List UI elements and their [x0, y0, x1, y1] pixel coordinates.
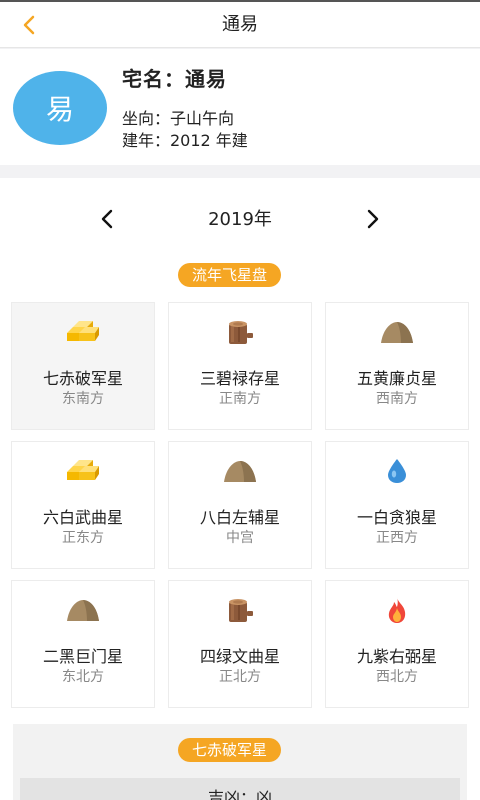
- gold-icon: [61, 456, 105, 486]
- house-info-card: 易 宅名：通易 坐向：子山午向 建年：2012 年建: [0, 49, 480, 165]
- house-facing: 坐向：子山午向: [122, 109, 235, 128]
- star-detail-card: 七赤破军星 吉凶：凶: [13, 724, 467, 800]
- page-title: 通易: [222, 14, 258, 35]
- flying-star-panel: 2019年 流年飞星盘 七赤破军星 东南方 三碧禄存星 正南方 五黄廉贞星 西南…: [0, 178, 480, 800]
- next-year-button[interactable]: [358, 204, 388, 234]
- star-name: 九紫右弼星: [356, 647, 437, 666]
- earth-icon: [218, 456, 262, 486]
- star-cell-southwest[interactable]: 五黄廉贞星 西南方: [325, 302, 469, 430]
- star-direction: 中宫: [226, 530, 254, 546]
- detail-row: 吉凶：凶: [20, 778, 460, 800]
- star-name: 二黑巨门星: [42, 647, 123, 666]
- star-direction: 西北方: [376, 669, 418, 685]
- house-year-built: 建年：2012 年建: [122, 131, 248, 150]
- fire-icon: [375, 595, 419, 625]
- star-name: 七赤破军星: [42, 369, 123, 388]
- star-direction: 东北方: [62, 669, 104, 685]
- star-direction: 东南方: [62, 391, 104, 407]
- house-name: 宅名：通易: [122, 67, 227, 91]
- star-name: 五黄廉贞星: [356, 369, 437, 388]
- star-name: 八白左辅星: [199, 508, 280, 527]
- star-cell-north[interactable]: 四绿文曲星 正北方: [168, 580, 312, 708]
- section-badge: 流年飞星盘: [178, 263, 282, 287]
- detail-text: 吉凶：凶: [207, 788, 272, 800]
- star-cell-center[interactable]: 八白左辅星 中宫: [168, 441, 312, 569]
- wood-icon: [218, 595, 262, 625]
- star-cell-southeast[interactable]: 七赤破军星 东南方: [11, 302, 155, 430]
- star-cell-east[interactable]: 六白武曲星 正东方: [11, 441, 155, 569]
- year-label: 2019年: [208, 209, 272, 230]
- earth-icon: [375, 317, 419, 347]
- year-selector: 2019年: [0, 198, 480, 242]
- water-icon: [375, 456, 419, 486]
- wood-icon: [218, 317, 262, 347]
- star-name: 一白贪狼星: [356, 508, 437, 527]
- star-direction: 正西方: [376, 530, 418, 546]
- nav-bar: 通易: [0, 2, 480, 48]
- star-direction: 正东方: [62, 530, 104, 546]
- star-direction: 西南方: [376, 391, 418, 407]
- star-direction: 正北方: [219, 669, 261, 685]
- star-cell-northeast[interactable]: 二黑巨门星 东北方: [11, 580, 155, 708]
- star-name: 六白武曲星: [42, 508, 123, 527]
- star-cell-northwest[interactable]: 九紫右弼星 西北方: [325, 580, 469, 708]
- detail-badge: 七赤破军星: [178, 738, 282, 762]
- gold-icon: [61, 317, 105, 347]
- star-name: 三碧禄存星: [199, 369, 280, 388]
- star-name: 四绿文曲星: [199, 647, 280, 666]
- star-cell-south[interactable]: 三碧禄存星 正南方: [168, 302, 312, 430]
- earth-icon: [61, 595, 105, 625]
- star-cell-west[interactable]: 一白贪狼星 正西方: [325, 441, 469, 569]
- chevron-right-icon: [367, 209, 379, 229]
- star-direction: 正南方: [219, 391, 261, 407]
- avatar: 易: [13, 71, 107, 145]
